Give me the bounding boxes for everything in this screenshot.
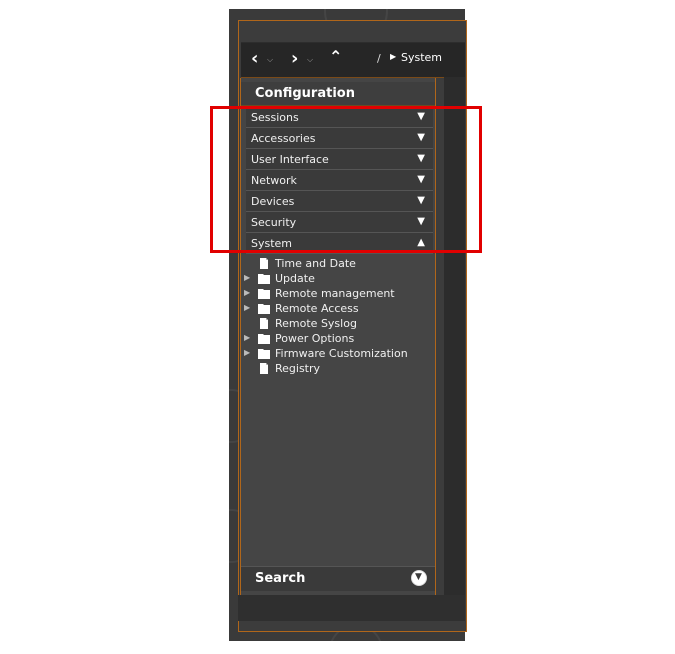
window-footer [238,595,465,621]
up-button[interactable]: ⌃ [329,47,342,67]
expand-arrow-icon[interactable]: ▶ [244,333,250,342]
expand-arrow-icon[interactable]: ▶ [244,348,250,357]
forward-button[interactable]: › [291,49,298,69]
folder-icon [258,334,270,344]
breadcrumb-separator: / [377,52,381,65]
tree-label: Time and Date [275,257,356,270]
tree-label: Power Options [275,332,355,345]
back-button[interactable]: ‹ [251,49,258,69]
tree-label: Remote Syslog [275,317,357,330]
panel-header: Configuration [241,82,435,106]
tree-label: Remote Access [275,302,359,315]
folder-icon [258,274,270,284]
search-label: Search [255,571,306,586]
folder-icon [258,349,270,359]
chevron-down-icon: ▼ [415,572,422,582]
breadcrumb-current[interactable]: System [401,51,442,64]
breadcrumb-arrow-icon: ▶ [390,52,397,61]
tree-label: Remote management [275,287,395,300]
tree-label: Firmware Customization [275,347,408,360]
expand-arrow-icon[interactable]: ▶ [244,288,250,297]
panel-title: Configuration [255,86,355,101]
search-expand-button[interactable]: ▼ [411,570,427,586]
navigation-bar: ‹ ⌵ › ⌵ ⌃ / ▶ System [241,42,465,78]
expand-arrow-icon[interactable]: ▶ [244,273,250,282]
file-icon [260,363,268,374]
folder-icon [258,304,270,314]
file-icon [260,258,268,269]
expand-arrow-icon[interactable]: ▶ [244,303,250,312]
tree-label: Update [275,272,315,285]
search-section[interactable]: Search ▼ [241,566,435,591]
highlight-box [210,106,482,253]
tree-label: Registry [275,362,321,375]
file-icon [260,318,268,329]
back-dropdown-caret[interactable]: ⌵ [267,55,273,65]
folder-icon [258,289,270,299]
forward-dropdown-caret[interactable]: ⌵ [307,55,313,65]
